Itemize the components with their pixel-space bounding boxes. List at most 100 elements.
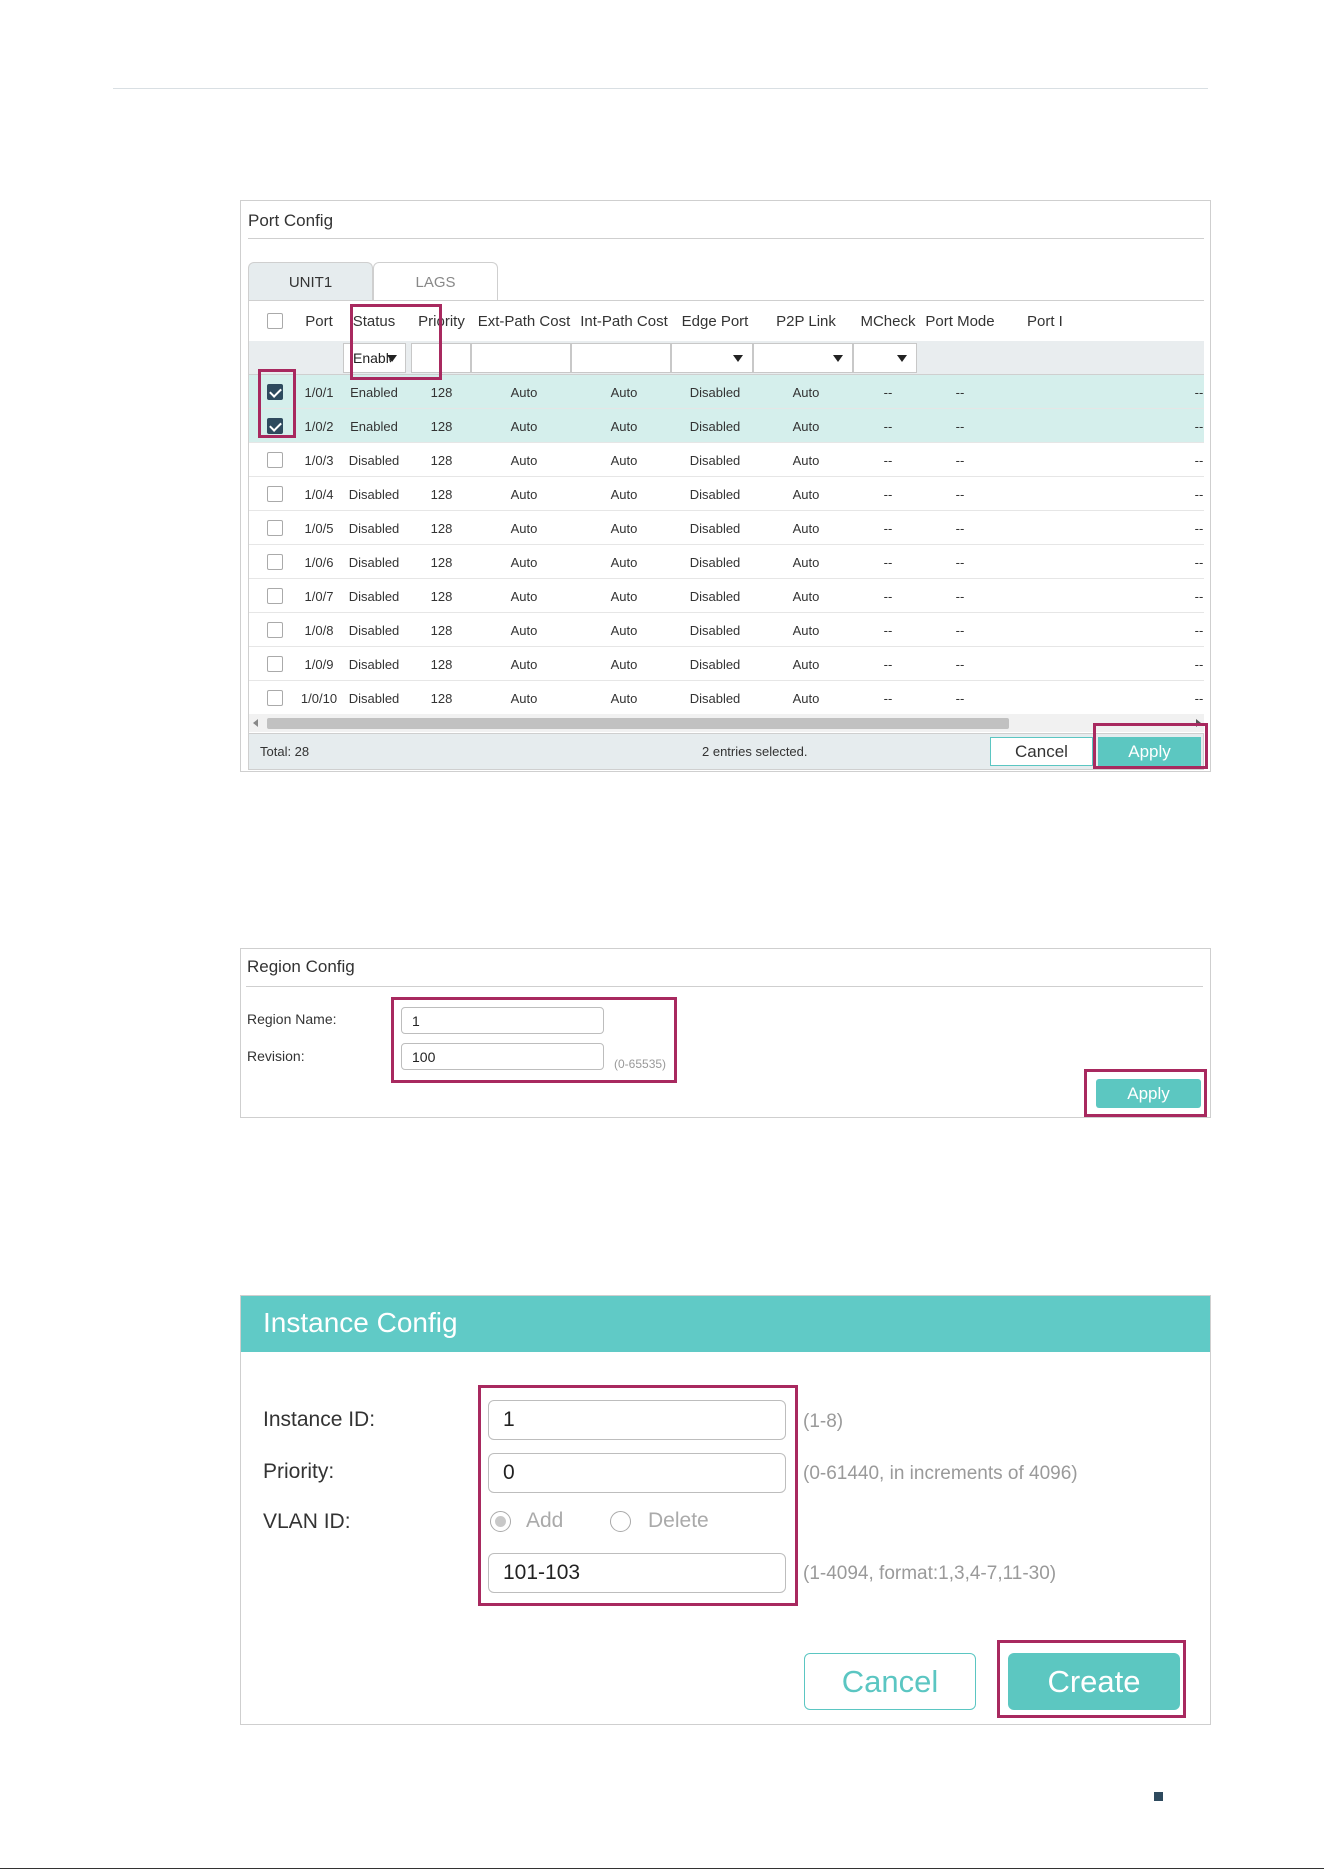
priority-input[interactable] — [488, 1453, 786, 1493]
row-checkbox[interactable] — [267, 418, 283, 434]
create-button[interactable]: Create — [1008, 1653, 1180, 1710]
mcheck-cell: -- — [883, 418, 893, 434]
vlan-delete-radio[interactable] — [610, 1511, 631, 1532]
table-row[interactable]: 1/0/8 Disabled 128 Auto Auto Disabled Auto -- --… — [249, 613, 1204, 647]
int-path-cost-cell: Auto — [610, 486, 638, 502]
instance-id-input[interactable] — [488, 1400, 786, 1440]
status-cell: Enabled — [350, 384, 398, 400]
port-cell: 1/0/2 — [304, 418, 334, 434]
int-path-cost-cell: Auto — [610, 588, 638, 604]
status-filter-select[interactable]: Enable — [343, 343, 406, 373]
row-checkbox[interactable] — [267, 656, 283, 672]
int-path-cost-filter-input[interactable] — [571, 343, 671, 373]
table-row[interactable]: 1/0/3 Disabled 128 Auto Auto Disabled Auto -- --… — [249, 443, 1204, 477]
status-cell: Disabled — [348, 554, 400, 570]
horizontal-scrollbar[interactable] — [249, 714, 1204, 732]
p2p-link-cell: Auto — [792, 690, 820, 706]
port-i-cell: -- — [1194, 622, 1204, 638]
tab-unit1[interactable]: UNIT1 — [248, 262, 373, 301]
ext-path-cost-cell: Auto — [510, 486, 538, 502]
int-path-cost-cell: Auto — [610, 554, 638, 570]
row-checkbox[interactable] — [267, 486, 283, 502]
port-mode-cell: -- — [955, 486, 965, 502]
instance-id-label: Instance ID: — [263, 1408, 376, 1431]
ext-path-cost-cell: Auto — [510, 554, 538, 570]
table-row[interactable]: 1/0/10 Disabled 128 Auto Auto Disabled Auto -- -… — [249, 681, 1204, 715]
edge-port-filter-select[interactable] — [671, 343, 753, 373]
vlan-delete-label: Delete — [648, 1509, 709, 1532]
int-path-cost-cell: Auto — [610, 452, 638, 468]
priority-cell: 128 — [430, 690, 453, 706]
mcheck-cell: -- — [883, 384, 893, 400]
tab-lags[interactable]: LAGS — [373, 262, 498, 301]
ext-path-cost-cell: Auto — [510, 520, 538, 536]
port-mode-cell: -- — [955, 554, 965, 570]
status-cell: Disabled — [348, 520, 400, 536]
row-checkbox[interactable] — [267, 520, 283, 536]
row-checkbox[interactable] — [267, 452, 283, 468]
int-path-cost-cell: Auto — [610, 384, 638, 400]
instance-id-hint: (1-8) — [803, 1411, 844, 1432]
row-checkbox[interactable] — [267, 622, 283, 638]
table-row[interactable]: 1/0/5 Disabled 128 Auto Auto Disabled Auto -- --… — [249, 511, 1204, 545]
priority-label: Priority: — [263, 1460, 335, 1483]
instance-config-panel: Instance Config Instance ID: (1-8) Prior… — [240, 1295, 1211, 1725]
priority-cell: 128 — [430, 384, 453, 400]
col-edge-port[interactable]: Edge Port — [674, 301, 756, 341]
table-row[interactable]: 1/0/2 Enabled 128 Auto Auto Disabled Auto -- -- -… — [249, 409, 1204, 443]
p2p-link-cell: Auto — [792, 384, 820, 400]
page-bottom-rule — [0, 1868, 1324, 1869]
scrollbar-thumb[interactable] — [267, 718, 1009, 729]
table-row[interactable]: 1/0/7 Disabled 128 Auto Auto Disabled Auto -- --… — [249, 579, 1204, 613]
col-int-path-cost[interactable]: Int-Path Cost — [574, 301, 674, 341]
instance-config-header: Instance Config — [241, 1296, 1210, 1352]
port-cell: 1/0/5 — [304, 520, 334, 536]
dropdown-arrow-icon — [387, 355, 397, 362]
ext-path-cost-filter-input[interactable] — [471, 343, 571, 373]
table-row[interactable]: 1/0/4 Disabled 128 Auto Auto Disabled Auto -- --… — [249, 477, 1204, 511]
cancel-button[interactable]: Cancel — [990, 737, 1093, 766]
vlan-id-label: VLAN ID: — [263, 1510, 351, 1533]
vlan-add-radio[interactable] — [490, 1511, 511, 1532]
ext-path-cost-cell: Auto — [510, 452, 538, 468]
port-i-cell: -- — [1194, 656, 1204, 672]
region-name-input[interactable] — [401, 1007, 604, 1034]
row-checkbox[interactable] — [267, 384, 283, 400]
scroll-right-icon[interactable] — [1196, 719, 1201, 727]
region-config-panel: Region Config Region Name: Revision: (0-… — [240, 948, 1211, 1118]
p2p-link-filter-select[interactable] — [753, 343, 853, 373]
ext-path-cost-cell: Auto — [510, 588, 538, 604]
table-row[interactable]: 1/0/9 Disabled 128 Auto Auto Disabled Auto -- --… — [249, 647, 1204, 681]
col-port[interactable]: Port — [299, 301, 339, 341]
port-mode-cell: -- — [955, 588, 965, 604]
revision-label: Revision: — [247, 1048, 305, 1064]
col-p2p-link[interactable]: P2P Link — [756, 301, 856, 341]
status-cell: Disabled — [348, 656, 400, 672]
col-port-mode[interactable]: Port Mode — [920, 301, 1000, 341]
apply-button[interactable]: Apply — [1096, 1079, 1201, 1108]
vlan-id-input[interactable] — [488, 1553, 786, 1593]
mcheck-filter-select[interactable] — [853, 343, 917, 373]
row-checkbox[interactable] — [267, 588, 283, 604]
select-all-checkbox[interactable] — [267, 313, 283, 329]
priority-filter-input[interactable] — [411, 343, 471, 373]
status-filter-value: Enable — [353, 350, 391, 366]
mcheck-cell: -- — [883, 554, 893, 570]
row-checkbox[interactable] — [267, 690, 283, 706]
vlan-add-label: Add — [526, 1509, 564, 1532]
scroll-left-icon[interactable] — [253, 719, 258, 727]
col-status[interactable]: Status — [339, 301, 409, 341]
cancel-button[interactable]: Cancel — [804, 1653, 976, 1710]
col-port-i[interactable]: Port I — [1027, 301, 1087, 341]
edge-port-cell: Disabled — [689, 554, 741, 570]
table-row[interactable]: 1/0/1 Enabled 128 Auto Auto Disabled Auto -- -- -… — [249, 375, 1204, 409]
revision-input[interactable] — [401, 1043, 604, 1070]
port-cell: 1/0/8 — [304, 622, 334, 638]
total-count: Total: 28 — [260, 744, 310, 759]
col-mcheck[interactable]: MCheck — [856, 301, 920, 341]
row-checkbox[interactable] — [267, 554, 283, 570]
col-ext-path-cost[interactable]: Ext-Path Cost — [474, 301, 574, 341]
apply-button[interactable]: Apply — [1098, 737, 1201, 766]
col-priority[interactable]: Priority — [409, 301, 474, 341]
table-row[interactable]: 1/0/6 Disabled 128 Auto Auto Disabled Auto -- --… — [249, 545, 1204, 579]
